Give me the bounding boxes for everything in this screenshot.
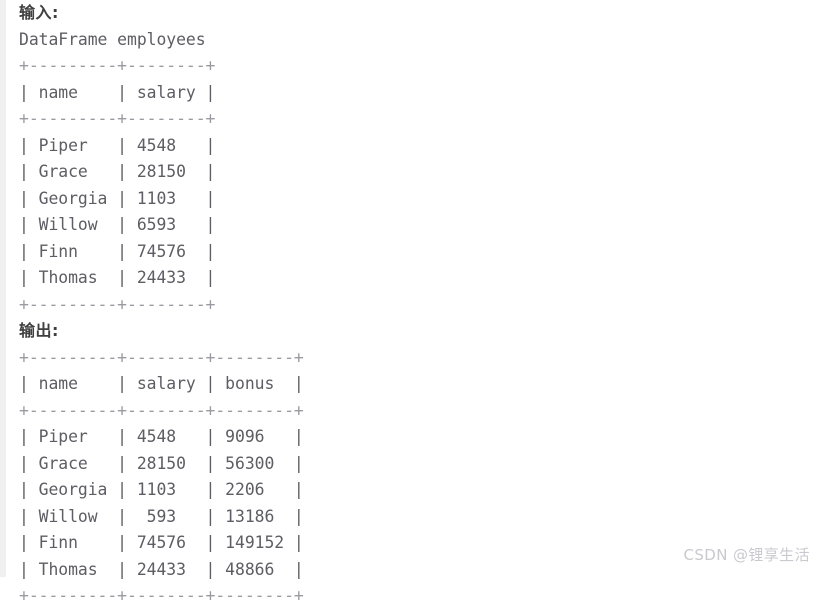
output-table-header-row: | name | salary | bonus | [19,374,304,393]
table-row: | Georgia | 1103 | [19,188,216,208]
output-table-header-rule: +---------+--------+--------+ [19,400,304,420]
output-table: +---------+--------+--------+ | name | s… [19,345,809,610]
table-row: | Willow | 593 | 13186 | [19,506,304,526]
input-section-heading: 输入: [19,3,59,22]
code-block: 输入: DataFrame employees +---------+-----… [19,0,809,610]
input-table: +---------+--------+ | name | salary | +… [19,53,809,318]
input-table-bottom-rule: +---------+--------+ [19,294,216,314]
table-row: | Finn | 74576 | [19,241,216,261]
input-table-top-rule: +---------+--------+ [19,56,216,75]
table-row: | Georgia | 1103 | 2206 | [19,480,304,499]
table-row: | Willow | 6593 | [19,215,216,234]
table-row: | Piper | 4548 | [19,135,216,155]
output-table-bottom-rule: +---------+--------+--------+ [19,586,304,605]
table-row: | Thomas | 24433 | [19,268,216,287]
input-table-header-row: | name | salary | [19,82,216,102]
output-table-top-rule: +---------+--------+--------+ [19,347,304,367]
left-gutter [0,0,6,577]
csdn-watermark: CSDN @锂享生活 [683,546,810,564]
input-dataframe-caption: DataFrame employees [19,29,206,49]
table-row: | Grace | 28150 | 56300 | [19,453,304,473]
table-row: | Piper | 4548 | 9096 | [19,427,304,446]
table-row: | Grace | 28150 | [19,162,216,181]
input-table-header-rule: +---------+--------+ [19,109,216,128]
output-section-heading: 输出: [19,321,59,340]
